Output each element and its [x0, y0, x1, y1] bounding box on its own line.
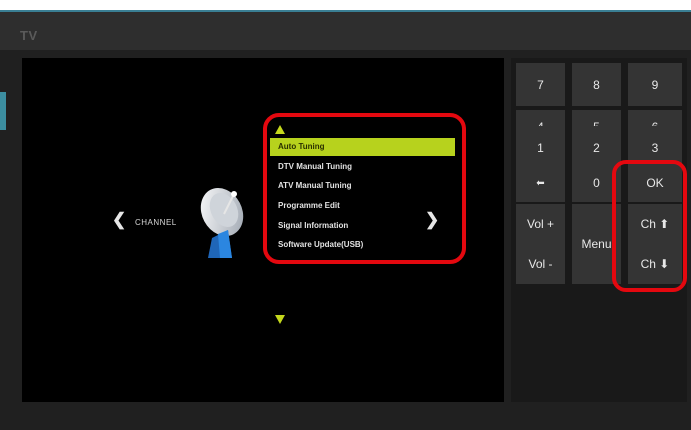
menu-item-atv-manual-tuning[interactable]: ATV Manual Tuning [270, 177, 455, 195]
channel-down-button[interactable]: Ch ⬇ [628, 244, 682, 284]
remote-keypad: 7 8 9 4 5 6 1 2 3 ⬅ 0 OK Vol + Menu Ch ⬆… [511, 58, 687, 402]
backspace-key[interactable]: ⬅ [516, 164, 565, 202]
top-border [0, 0, 691, 10]
key-9[interactable]: 9 [628, 63, 682, 106]
backspace-icon: ⬅ [536, 177, 545, 189]
key-0[interactable]: 0 [572, 164, 621, 202]
volume-up-button[interactable]: Vol + [516, 204, 565, 244]
channel-prev-arrow[interactable]: ❮ [112, 210, 126, 230]
menu-button[interactable]: Menu [572, 204, 621, 284]
ok-button[interactable]: OK [628, 164, 682, 202]
menu-item-auto-tuning[interactable]: Auto Tuning [270, 138, 455, 156]
side-tab-indicator[interactable] [0, 92, 6, 130]
channel-next-arrow[interactable]: ❯ [425, 210, 439, 230]
menu-item-dtv-manual-tuning[interactable]: DTV Manual Tuning [270, 158, 455, 176]
channel-up-button[interactable]: Ch ⬆ [628, 204, 682, 244]
app-title: TV [20, 28, 38, 43]
tuning-menu: Auto Tuning DTV Manual Tuning ATV Manual… [270, 138, 455, 256]
key-7[interactable]: 7 [516, 63, 565, 106]
volume-down-button[interactable]: Vol - [516, 244, 565, 284]
scroll-down-arrow-icon[interactable] [275, 315, 285, 324]
menu-item-software-update[interactable]: Software Update(USB) [270, 236, 455, 254]
channel-label: CHANNEL [135, 218, 177, 227]
key-8[interactable]: 8 [572, 63, 621, 106]
satellite-dish-icon [200, 188, 244, 258]
app-title-bar: TV [0, 10, 691, 52]
scroll-up-arrow-icon[interactable] [275, 125, 285, 134]
